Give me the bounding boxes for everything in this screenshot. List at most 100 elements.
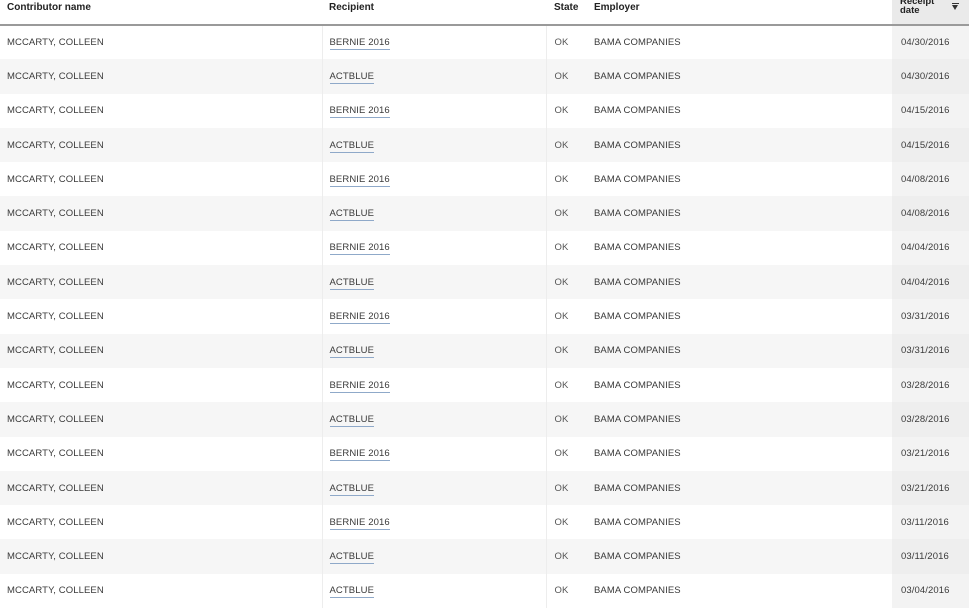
recipient-link[interactable]: ACTBLUE [329, 585, 375, 599]
cell-receipt-date: 04/30/2016 [892, 59, 969, 94]
cell-recipient: BERNIE 2016 [322, 299, 547, 334]
cell-employer: BAMA COMPANIES [588, 539, 892, 574]
recipient-link[interactable]: ACTBLUE [329, 345, 375, 359]
cell-contributor-name: MCCARTY, COLLEEN [0, 470, 323, 506]
cell-contributor-name: MCCARTY, COLLEEN [0, 505, 323, 540]
cell-receipt-date: 03/31/2016 [892, 299, 969, 334]
cell-state: OK [546, 265, 588, 300]
cell-state: OK [546, 196, 588, 231]
cell-recipient: ACTBLUE [322, 265, 547, 300]
cell-employer: BAMA COMPANIES [594, 173, 681, 185]
cell-employer: BAMA COMPANIES [594, 242, 681, 254]
recipient-link[interactable]: ACTBLUE [329, 482, 375, 496]
cell-contributor-name: MCCARTY, COLLEEN [0, 539, 323, 574]
column-header-receipt-date[interactable]: Receipt date [892, 0, 969, 26]
cell-recipient: ACTBLUE [322, 539, 547, 574]
cell-state: OK [546, 59, 588, 94]
cell-state: OK [554, 311, 569, 323]
column-header-receipt-date-label: Receipt date [900, 0, 935, 16]
cell-employer: BAMA COMPANIES [594, 448, 681, 460]
cell-receipt-date: 04/08/2016 [892, 162, 969, 197]
table-row: MCCARTY, COLLEEN BERNIE 2016 OK BAMA COMPAN… [0, 93, 969, 128]
cell-employer: BAMA COMPANIES [594, 105, 681, 117]
recipient-link[interactable]: BERNIE 2016 [329, 242, 390, 256]
column-header-recipient[interactable]: Recipient [322, 0, 546, 26]
cell-employer: BAMA COMPANIES [594, 585, 681, 597]
recipient-link[interactable]: ACTBLUE [329, 208, 375, 222]
cell-receipt-date: 03/11/2016 [892, 505, 969, 540]
cell-state: OK [554, 242, 569, 254]
cell-recipient: ACTBLUE [322, 573, 547, 608]
recipient-link[interactable]: BERNIE 2016 [329, 448, 390, 462]
sort-descending-icon[interactable] [952, 3, 960, 12]
cell-recipient: BERNIE 2016 [322, 93, 547, 128]
cell-contributor-name: MCCARTY, COLLEEN [0, 162, 323, 197]
recipient-link[interactable]: ACTBLUE [329, 276, 375, 290]
cell-employer: BAMA COMPANIES [594, 379, 681, 391]
cell-state: OK [554, 37, 569, 49]
cell-employer: BAMA COMPANIES [588, 127, 892, 163]
cell-contributor-name: MCCARTY, COLLEEN [0, 25, 323, 60]
cell-contributor-name: MCCARTY, COLLEEN [0, 333, 323, 368]
recipient-link[interactable]: BERNIE 2016 [329, 379, 390, 393]
recipient-link[interactable]: ACTBLUE [329, 551, 375, 565]
contributions-table: Contributor name Recipient State Employe… [0, 0, 969, 608]
cell-employer: BAMA COMPANIES [588, 402, 892, 437]
cell-contributor-name: MCCARTY, COLLEEN [0, 299, 323, 334]
column-header-state[interactable]: State [546, 0, 588, 26]
cell-recipient: BERNIE 2016 [322, 25, 547, 60]
cell-receipt-date: 03/11/2016 [892, 539, 969, 574]
cell-receipt-date: 04/30/2016 [892, 25, 969, 60]
cell-receipt-date: 04/04/2016 [892, 230, 969, 266]
table-row: MCCARTY, COLLEEN BERNIE 2016 OK BAMA COMPAN… [0, 505, 969, 540]
cell-receipt-date: 03/21/2016 [892, 436, 969, 471]
cell-contributor-name: MCCARTY, COLLEEN [0, 59, 323, 94]
column-header-contributor[interactable]: Contributor name [0, 0, 322, 26]
table-row: MCCARTY, COLLEEN ACTBLUE OK BAMA COMPANIES 0… [0, 265, 969, 300]
table-row: MCCARTY, COLLEEN ACTBLUE OK BAMA COMPANIES 0… [0, 539, 969, 574]
cell-recipient: ACTBLUE [322, 127, 547, 163]
recipient-link[interactable]: BERNIE 2016 [329, 516, 390, 530]
cell-state: OK [546, 127, 588, 163]
cell-receipt-date: 04/15/2016 [892, 127, 969, 163]
cell-contributor-name: MCCARTY, COLLEEN [0, 196, 323, 231]
recipient-link[interactable]: BERNIE 2016 [329, 173, 390, 187]
table-row: MCCARTY, COLLEEN ACTBLUE OK BAMA COMPANIES 0… [0, 127, 969, 163]
cell-receipt-date: 04/04/2016 [892, 265, 969, 300]
table-row: MCCARTY, COLLEEN BERNIE 2016 OK BAMA COMPAN… [0, 230, 969, 266]
cell-employer: BAMA COMPANIES [588, 196, 892, 231]
table-row: MCCARTY, COLLEEN ACTBLUE OK BAMA COMPANIES 0… [0, 59, 969, 94]
table-row: MCCARTY, COLLEEN ACTBLUE OK BAMA COMPANIES 0… [0, 470, 969, 506]
table-row: MCCARTY, COLLEEN ACTBLUE OK BAMA COMPANIES 0… [0, 333, 969, 368]
cell-contributor-name: MCCARTY, COLLEEN [0, 436, 323, 471]
cell-employer: BAMA COMPANIES [588, 333, 892, 368]
cell-contributor-name: MCCARTY, COLLEEN [0, 93, 323, 128]
cell-employer: BAMA COMPANIES [588, 265, 892, 300]
cell-state: OK [554, 173, 569, 185]
cell-recipient: ACTBLUE [322, 333, 547, 368]
table-row: MCCARTY, COLLEEN ACTBLUE OK BAMA COMPANIES 0… [0, 402, 969, 437]
recipient-link[interactable]: ACTBLUE [329, 70, 375, 84]
recipient-link[interactable]: ACTBLUE [329, 413, 375, 427]
cell-state: OK [554, 379, 569, 391]
cell-recipient: BERNIE 2016 [322, 367, 547, 403]
cell-recipient: BERNIE 2016 [322, 162, 547, 197]
recipient-link[interactable]: BERNIE 2016 [329, 311, 390, 325]
cell-receipt-date: 03/28/2016 [892, 402, 969, 437]
cell-state: OK [554, 105, 569, 117]
table-row: MCCARTY, COLLEEN ACTBLUE OK BAMA COMPANIES 0… [0, 573, 969, 608]
recipient-link[interactable]: BERNIE 2016 [329, 105, 390, 119]
column-header-employer[interactable]: Employer [588, 0, 892, 26]
table-row: MCCARTY, COLLEEN BERNIE 2016 OK BAMA COMPAN… [0, 436, 969, 471]
cell-contributor-name: MCCARTY, COLLEEN [0, 127, 323, 163]
recipient-link[interactable]: BERNIE 2016 [329, 37, 390, 51]
cell-state: OK [546, 470, 588, 506]
cell-employer: BAMA COMPANIES [594, 37, 681, 49]
cell-state: OK [546, 402, 588, 437]
cell-recipient: ACTBLUE [322, 470, 547, 506]
cell-recipient: ACTBLUE [322, 402, 547, 437]
cell-receipt-date: 03/21/2016 [892, 470, 969, 506]
cell-state: OK [554, 585, 569, 597]
recipient-link[interactable]: ACTBLUE [329, 139, 375, 153]
cell-contributor-name: MCCARTY, COLLEEN [0, 230, 323, 266]
